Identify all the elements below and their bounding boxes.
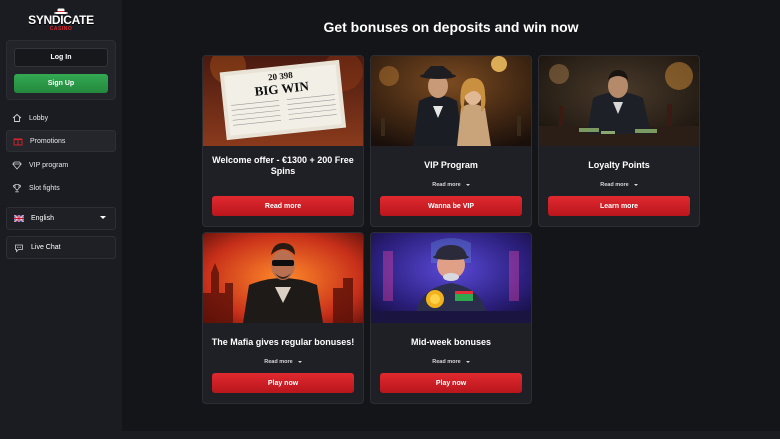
promo-card-welcome: 20 398 BIG WIN Welcome offer - €1300 + 2… [202, 55, 364, 227]
chevron-down-icon [633, 183, 638, 186]
uk-flag-icon [14, 215, 24, 222]
live-chat-label: Live Chat [31, 244, 61, 251]
diamond-icon [12, 160, 22, 170]
chat-icon [15, 244, 23, 252]
brand-logo[interactable]: SYNDICATE CASINO [28, 8, 94, 34]
trophy-icon [12, 183, 22, 193]
read-more-link[interactable]: Read more [371, 182, 531, 188]
promo-card-mid-week: Mid-week bonuses Read more Play now [370, 232, 532, 404]
language-selector[interactable]: English [6, 207, 116, 230]
promo-title: Loyalty Points [588, 160, 650, 170]
page-title: Get bonuses on deposits and win now [323, 19, 579, 35]
sidebar-item-slot-fights[interactable]: Slot fights [6, 177, 116, 199]
live-chat-button[interactable]: Live Chat [6, 236, 116, 259]
sidebar-item-label: Promotions [30, 137, 66, 145]
learn-more-button[interactable]: Learn more [548, 196, 690, 216]
chevron-down-icon [100, 216, 106, 219]
sidebar-item-lobby[interactable]: Lobby [6, 107, 116, 129]
wanna-be-vip-button[interactable]: Wanna be VIP [380, 196, 522, 216]
login-button[interactable]: Log In [14, 48, 108, 67]
promo-title: Mid-week bonuses [410, 337, 491, 347]
signup-button[interactable]: Sign Up [14, 74, 108, 93]
read-more-label: Read more [432, 182, 461, 188]
chevron-down-icon [297, 360, 302, 363]
promo-title: Welcome offer - €1300 + 200 Free Spins [212, 155, 354, 176]
sidebar-item-label: Slot fights [29, 184, 60, 192]
read-more-button[interactable]: Read more [212, 196, 354, 216]
read-more-label: Read more [432, 359, 461, 365]
chevron-down-icon [465, 183, 470, 186]
read-more-link[interactable]: Read more [203, 359, 363, 365]
sidebar-item-label: Lobby [29, 114, 49, 122]
chevron-down-icon [465, 360, 470, 363]
promo-image-gangster-couple [371, 56, 531, 146]
brand-name: SYNDICATE [28, 13, 94, 27]
language-label: English [31, 215, 54, 222]
footer-strip [122, 431, 780, 439]
promo-image-gangster-money [539, 56, 699, 146]
promo-image-newspaper: 20 398 BIG WIN [203, 56, 363, 146]
promo-title: VIP Program [424, 160, 478, 170]
brand-sub: CASINO [49, 26, 73, 32]
promo-image-chubby-mobster [371, 233, 531, 323]
promo-title: The Mafia gives regular bonuses! [211, 337, 355, 347]
read-more-label: Read more [600, 182, 629, 188]
sidebar-item-promotions[interactable]: Promotions [6, 130, 116, 152]
sidebar-item-label: VIP program [29, 161, 69, 169]
read-more-link[interactable]: Read more [371, 359, 531, 365]
promo-card-mafia-bonuses: The Mafia gives regular bonuses! Read mo… [202, 232, 364, 404]
promo-card-vip: VIP Program Read more Wanna be VIP [370, 55, 532, 227]
gift-icon [13, 136, 23, 146]
play-now-button[interactable]: Play now [212, 373, 354, 393]
read-more-link[interactable]: Read more [539, 182, 699, 188]
read-more-label: Read more [264, 359, 293, 365]
sidebar-item-vip-program[interactable]: VIP program [6, 154, 116, 176]
home-icon [12, 113, 22, 123]
play-now-button[interactable]: Play now [380, 373, 522, 393]
promo-image-mafia-boss [203, 233, 363, 323]
auth-panel: Log In Sign Up [6, 40, 116, 100]
sidebar: SYNDICATE CASINO Log In Sign Up Lobby Pr… [0, 0, 122, 439]
promo-card-loyalty: Loyalty Points Read more Learn more [538, 55, 700, 227]
